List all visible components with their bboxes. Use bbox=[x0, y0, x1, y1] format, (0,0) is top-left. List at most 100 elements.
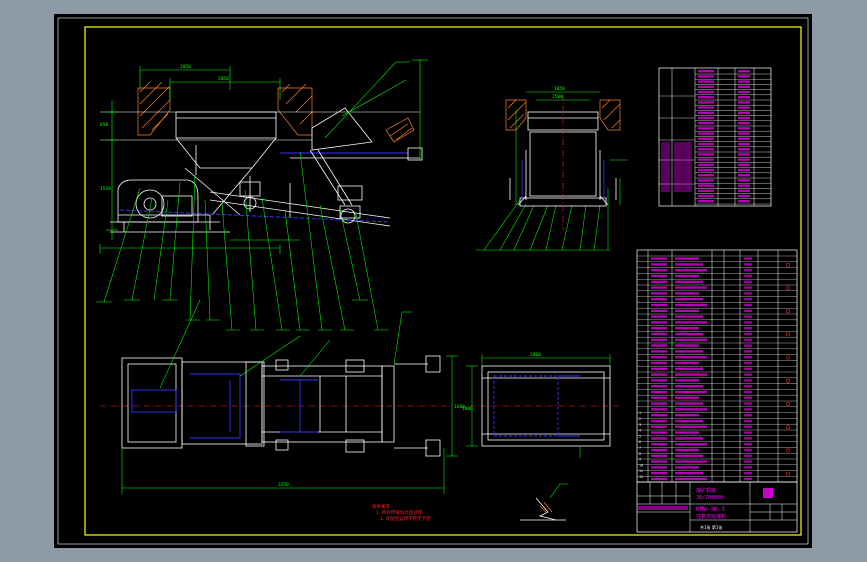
bom-qty-mark bbox=[744, 472, 752, 475]
bom-row-number: 5 bbox=[639, 434, 641, 438]
param-value-mark bbox=[698, 75, 714, 78]
bom-name-mark bbox=[675, 327, 699, 330]
bom-name-mark bbox=[675, 379, 699, 382]
param-value-mark bbox=[738, 111, 750, 114]
bom-name-mark bbox=[675, 385, 703, 388]
title-block-highlight-row bbox=[638, 506, 688, 510]
bom-code-mark bbox=[651, 408, 667, 411]
bom-qty-mark bbox=[744, 460, 752, 463]
bom-name-mark bbox=[675, 425, 707, 428]
bom-name-mark bbox=[675, 396, 699, 399]
bom-code-mark bbox=[651, 350, 667, 353]
bom-code-mark bbox=[651, 454, 667, 457]
bom-code-mark bbox=[651, 280, 667, 283]
cad-viewport[interactable]: 2050 2850 650 1520 2500 1850 3250 1680 2… bbox=[0, 0, 867, 562]
bom-qty-mark bbox=[744, 414, 752, 417]
param-value-mark bbox=[698, 168, 714, 172]
bom-name-mark bbox=[675, 269, 707, 272]
bom-qty-mark bbox=[744, 379, 752, 382]
dim-text: 1520 bbox=[100, 186, 111, 192]
bom-row-number: 10 bbox=[639, 463, 643, 467]
bom-name-mark bbox=[675, 477, 707, 481]
tech-note-heading: 技术要求 bbox=[372, 503, 390, 510]
bom-name-mark bbox=[675, 350, 703, 353]
bom-code-mark bbox=[651, 367, 667, 370]
bom-code-mark bbox=[651, 414, 667, 417]
bom-row-number: 2 bbox=[639, 417, 641, 421]
param-value-mark bbox=[698, 96, 714, 99]
bom-code-mark bbox=[651, 472, 667, 475]
bom-code-mark bbox=[651, 419, 667, 423]
bom-name-mark bbox=[675, 361, 699, 365]
bom-name-mark bbox=[675, 414, 699, 417]
param-value-mark bbox=[738, 137, 750, 140]
bom-code-mark bbox=[651, 332, 667, 336]
title-block-model: KMW-3K.3 bbox=[696, 506, 725, 513]
bom-code-mark bbox=[651, 269, 667, 272]
bom-qty-mark bbox=[744, 356, 752, 359]
param-value-mark bbox=[698, 80, 714, 83]
param-value-mark bbox=[738, 158, 750, 161]
param-value-mark bbox=[738, 70, 750, 73]
bom-qty-mark bbox=[744, 315, 752, 318]
bom-name-mark bbox=[675, 437, 703, 440]
bom-row-number: 6 bbox=[639, 440, 641, 444]
bom-qty-mark bbox=[744, 286, 752, 289]
bom-qty-mark bbox=[744, 338, 752, 341]
bom-name-mark bbox=[675, 338, 707, 341]
param-value-mark bbox=[738, 142, 750, 146]
bom-code-mark bbox=[651, 437, 667, 440]
bom-qty-mark bbox=[744, 373, 752, 376]
bom-name-mark bbox=[675, 408, 707, 411]
dim-text: 650 bbox=[100, 122, 108, 128]
bom-name-mark bbox=[675, 454, 703, 457]
dim-text: 2850 bbox=[218, 76, 229, 82]
param-value-mark bbox=[738, 189, 750, 192]
bom-qty-mark bbox=[744, 263, 752, 266]
bom-qty-mark bbox=[744, 419, 752, 423]
bom-name-mark bbox=[675, 315, 703, 318]
bom-code-mark bbox=[651, 356, 667, 359]
param-value-mark bbox=[738, 116, 750, 120]
dim-text: 2500 bbox=[552, 94, 563, 100]
param-value-mark bbox=[698, 153, 714, 156]
bom-qty-mark bbox=[744, 332, 752, 336]
tech-note-line: 1. 所有焊缝均为连续焊 bbox=[376, 509, 423, 516]
bom-qty-mark bbox=[744, 327, 752, 330]
bom-code-mark bbox=[651, 321, 667, 324]
bom-qty-mark bbox=[744, 466, 752, 469]
bom-code-mark bbox=[651, 390, 667, 394]
title-block-project: 煤矿机械 bbox=[696, 487, 716, 494]
param-value-mark bbox=[738, 96, 750, 99]
param-value-mark bbox=[738, 168, 750, 172]
cad-drawing-canvas: 2050 2850 650 1520 2500 1850 3250 1680 2… bbox=[54, 14, 812, 548]
bom-qty-mark bbox=[744, 269, 752, 272]
bom-name-mark bbox=[675, 466, 699, 469]
bom-code-mark bbox=[651, 466, 667, 469]
param-value-mark bbox=[698, 122, 714, 125]
bom-name-mark bbox=[675, 298, 703, 301]
bom-row-number: 4 bbox=[639, 429, 641, 433]
bom-code-mark bbox=[651, 379, 667, 382]
param-value-mark bbox=[738, 106, 750, 109]
param-value-mark bbox=[738, 75, 750, 78]
dim-text: 3250 bbox=[278, 482, 289, 488]
param-value-mark bbox=[698, 194, 714, 198]
bom-qty-mark bbox=[744, 280, 752, 283]
param-value-mark bbox=[698, 179, 714, 182]
bom-qty-mark bbox=[744, 443, 752, 446]
bom-code-mark bbox=[651, 448, 667, 452]
bom-code-mark bbox=[651, 257, 667, 260]
bom-code-mark bbox=[651, 385, 667, 388]
param-value-mark bbox=[698, 184, 714, 187]
bom-code-mark bbox=[651, 309, 667, 312]
bom-code-mark bbox=[651, 431, 667, 434]
title-block-drawing-number: JB/Z04000 bbox=[696, 495, 723, 501]
bom-code-mark bbox=[651, 373, 667, 376]
param-value-mark bbox=[698, 85, 714, 88]
bom-name-mark bbox=[675, 344, 699, 347]
param-value-mark bbox=[738, 153, 750, 156]
bom-row-number: 7 bbox=[639, 446, 641, 450]
bom-qty-mark bbox=[744, 402, 752, 405]
bom-name-mark bbox=[675, 443, 707, 446]
